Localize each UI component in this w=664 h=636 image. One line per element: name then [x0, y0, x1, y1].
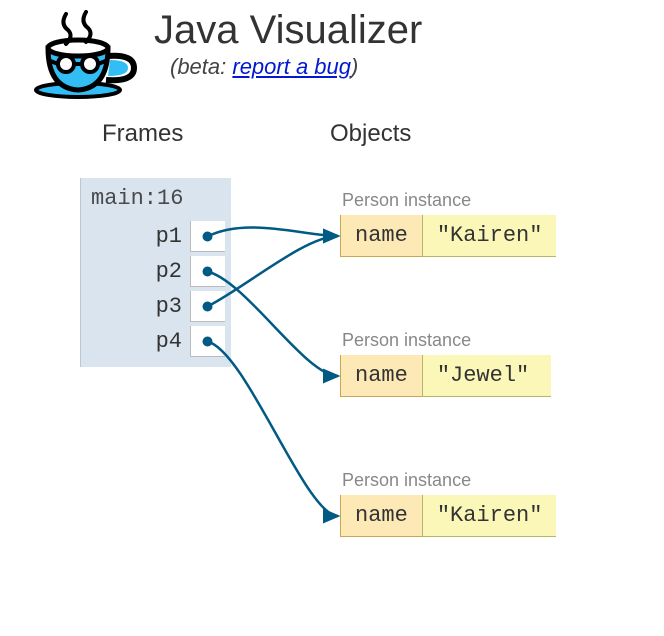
- heap-object: Person instance name "Kairen": [340, 470, 556, 537]
- frame-var-row: p1: [81, 219, 231, 254]
- subtitle: (beta: report a bug): [170, 54, 422, 80]
- frame-var-row: p2: [81, 254, 231, 289]
- objects-column-header: Objects: [330, 120, 411, 148]
- subtitle-suffix: ): [351, 54, 358, 79]
- logo-cup-icon: [18, 4, 148, 104]
- frame-var-value-box: [190, 291, 225, 322]
- frame-var-row: p4: [81, 324, 231, 359]
- page-title: Java Visualizer: [154, 10, 422, 50]
- frame-var-label: p1: [156, 224, 182, 249]
- object-type-label: Person instance: [342, 470, 556, 491]
- frame-var-label: p4: [156, 329, 182, 354]
- frame-var-label: p3: [156, 294, 182, 319]
- frame-var-value-box: [190, 221, 225, 252]
- heap-object: Person instance name "Kairen": [340, 190, 556, 257]
- frame-var-row: p3: [81, 289, 231, 324]
- object-type-label: Person instance: [342, 190, 556, 211]
- report-bug-link[interactable]: report a bug: [232, 54, 351, 79]
- object-field-key: name: [340, 355, 422, 397]
- heap-object: Person instance name "Jewel": [340, 330, 551, 397]
- frame-var-value-box: [190, 256, 225, 287]
- frame-var-value-box: [190, 326, 225, 357]
- object-field-value: "Kairen": [422, 495, 557, 537]
- frame-var-label: p2: [156, 259, 182, 284]
- object-field-key: name: [340, 215, 422, 257]
- header: Java Visualizer (beta: report a bug): [0, 0, 664, 104]
- stack-frame: main:16 p1 p2 p3 p4: [80, 178, 231, 367]
- object-field-value: "Jewel": [422, 355, 551, 397]
- object-field-value: "Kairen": [422, 215, 557, 257]
- frame-title: main:16: [81, 178, 231, 219]
- object-field-key: name: [340, 495, 422, 537]
- frames-column-header: Frames: [102, 120, 183, 148]
- subtitle-prefix: (beta:: [170, 54, 232, 79]
- object-type-label: Person instance: [342, 330, 551, 351]
